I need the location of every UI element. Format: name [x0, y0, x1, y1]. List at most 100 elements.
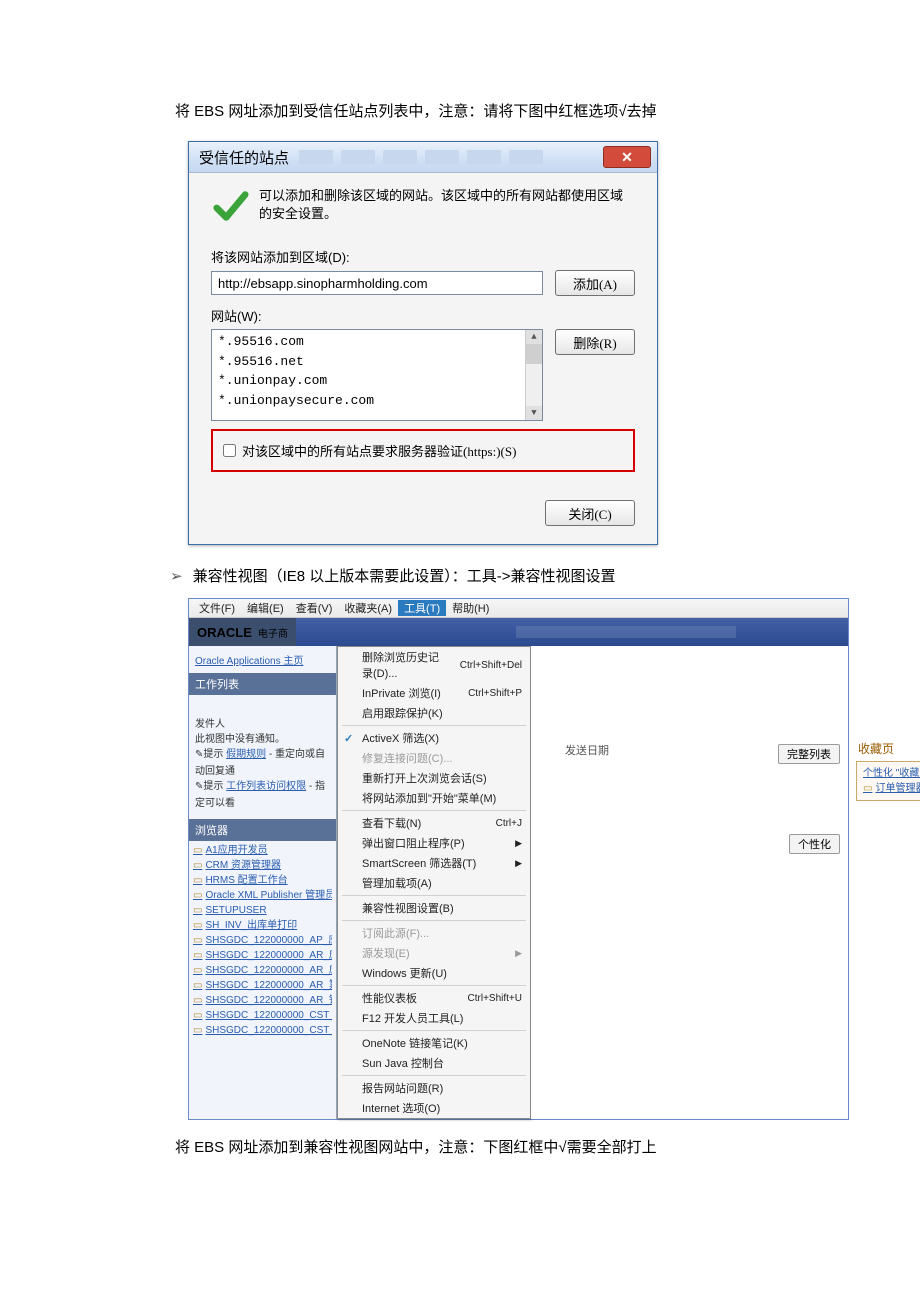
- folder-icon: ▭: [193, 1025, 202, 1036]
- menu-item: 源发现(E)▶: [338, 943, 530, 963]
- websites-label: 网站(W):: [211, 306, 635, 325]
- menu-item[interactable]: 启用跟踪保护(K): [338, 703, 530, 723]
- menu-item[interactable]: 删除浏览历史记录(D)...Ctrl+Shift+Del: [338, 647, 530, 683]
- websites-listbox[interactable]: *.95516.com *.95516.net *.unionpay.com *…: [211, 329, 543, 421]
- list-item[interactable]: *.95516.com: [218, 332, 536, 352]
- remove-button[interactable]: 删除(R): [555, 329, 635, 355]
- submenu-arrow-icon: ▶: [515, 858, 522, 869]
- sender-label: 发件人: [195, 715, 330, 730]
- menu-view[interactable]: 查看(V): [290, 600, 339, 616]
- tip-access: ✎提示 工作列表访问权限 - 指定可以看: [195, 777, 330, 809]
- sidebar-link[interactable]: ▭A1应用开发员: [193, 843, 332, 858]
- folder-icon: ▭: [193, 965, 202, 976]
- brand-gradient: [296, 618, 848, 646]
- tools-dropdown-menu[interactable]: 删除浏览历史记录(D)...Ctrl+Shift+DelInPrivate 浏览…: [337, 646, 531, 1119]
- https-verify-label: 对该区域中的所有站点要求服务器验证(https:)(S): [242, 441, 516, 460]
- sidebar-link[interactable]: ▭SHSGDC_122000000_AR_应收管: [193, 963, 332, 978]
- fav-order-manager-link[interactable]: 订单管理器（订单：): [875, 783, 920, 794]
- folder-icon: ▭: [193, 950, 202, 961]
- menu-file[interactable]: 文件(F): [193, 600, 241, 616]
- menu-item[interactable]: 弹出窗口阻止程序(P)▶: [338, 833, 530, 853]
- sidebar-link[interactable]: ▭SETUPUSER: [193, 903, 332, 918]
- fav-customize-link[interactable]: 个性化 "收藏页": [863, 768, 920, 779]
- favorites-header: 收藏页: [850, 734, 920, 757]
- folder-icon: ▭: [193, 890, 202, 901]
- menu-item[interactable]: InPrivate 浏览(I)Ctrl+Shift+P: [338, 683, 530, 703]
- menu-favorites[interactable]: 收藏夹(A): [338, 600, 398, 616]
- add-site-input[interactable]: [211, 271, 543, 295]
- list-item[interactable]: *.unionpaysecure.com: [218, 391, 536, 411]
- list-item[interactable]: *.95516.net: [218, 352, 536, 372]
- menu-item[interactable]: 查看下载(N)Ctrl+J: [338, 813, 530, 833]
- menu-item[interactable]: 重新打开上次浏览会话(S): [338, 768, 530, 788]
- doc-line-1: 将 EBS 网址添加到受信任站点列表中，注意：请将下图中红框选项√去掉: [175, 100, 920, 121]
- sidebar-link[interactable]: ▭Oracle XML Publisher 管理员: [193, 888, 332, 903]
- menu-item[interactable]: F12 开发人员工具(L): [338, 1008, 530, 1028]
- ie-screenshot: 文件(F) 编辑(E) 查看(V) 收藏夹(A) 工具(T) 帮助(H) ORA…: [188, 598, 849, 1120]
- bullet-icon: ➢: [170, 568, 183, 585]
- menu-item[interactable]: Windows 更新(U): [338, 963, 530, 983]
- folder-icon: ▭: [193, 875, 202, 886]
- browser-header: 浏览器: [189, 819, 336, 841]
- check-icon: ✓: [344, 732, 353, 745]
- dialog-title: 受信任的站点: [199, 147, 289, 168]
- full-list-button[interactable]: 完整列表: [778, 744, 840, 764]
- menu-item[interactable]: Internet 选项(O): [338, 1098, 530, 1118]
- worklist-header: 工作列表: [189, 673, 336, 695]
- folder-icon: ▭: [193, 995, 202, 1006]
- sidebar-link[interactable]: ▭SHSGDC_122000000_AR_算OU后: [193, 978, 332, 993]
- folder-icon: ▭: [193, 980, 202, 991]
- sidebar-link[interactable]: ▭SH_INV_出库单打印: [193, 918, 332, 933]
- dialog-titlebar[interactable]: 受信任的站点 ✕: [189, 142, 657, 173]
- close-icon[interactable]: ✕: [603, 146, 651, 168]
- folder-icon: ▭: [193, 860, 202, 871]
- folder-icon: ▭: [193, 920, 202, 931]
- folder-icon: ▭: [863, 783, 872, 794]
- list-item[interactable]: *.unionpay.com: [218, 371, 536, 391]
- doc-line-2: 将 EBS 网址添加到兼容性视图网站中，注意：下图红框中√需要全部打上: [175, 1136, 920, 1157]
- sidebar-link[interactable]: ▭SHSGDC_122000000_CST_成本管理超级用户: [193, 1023, 332, 1038]
- add-button[interactable]: 添加(A): [555, 270, 635, 296]
- personalize-button[interactable]: 个性化: [789, 834, 840, 854]
- menu-item[interactable]: SmartScreen 筛选器(T)▶: [338, 853, 530, 873]
- menu-edit[interactable]: 编辑(E): [241, 600, 290, 616]
- menu-tools[interactable]: 工具(T): [398, 600, 446, 616]
- sidebar-link[interactable]: ▭SHSGDC_122000000_AP_应付管: [193, 933, 332, 948]
- sidebar-link[interactable]: ▭SHSGDC_122000000_CST_成本会计员: [193, 1008, 332, 1023]
- menu-item[interactable]: Sun Java 控制台: [338, 1053, 530, 1073]
- submenu-arrow-icon: ▶: [515, 948, 522, 959]
- dialog-intro-text: 可以添加和删除该区域的网站。该区域中的所有网站都使用区域的安全设置。: [259, 187, 635, 223]
- add-zone-label: 将该网站添加到区域(D):: [211, 247, 635, 266]
- ie-right-pane: 完整列表 发送日期 个性化 收藏页 个性化 "收藏页" ▭订单管理器（订单：): [531, 646, 848, 1119]
- oracle-brand: ORACLE电子商: [189, 618, 296, 646]
- sidebar-link[interactable]: ▭SHSGDC_122000000_AR_应收会: [193, 948, 332, 963]
- menu-help[interactable]: 帮助(H): [446, 600, 495, 616]
- ie-menubar[interactable]: 文件(F) 编辑(E) 查看(V) 收藏夹(A) 工具(T) 帮助(H): [189, 599, 848, 618]
- tip-vacation: ✎提示 假期规则 - 重定向或自动回复通: [195, 745, 330, 777]
- https-verify-checkbox[interactable]: [223, 444, 236, 457]
- sidebar-link[interactable]: ▭HRMS 配置工作台: [193, 873, 332, 888]
- checkmark-icon: [211, 187, 249, 225]
- scrollbar[interactable]: ▲ ▼: [525, 330, 542, 420]
- menu-item[interactable]: 将网站添加到"开始"菜单(M): [338, 788, 530, 808]
- menu-item[interactable]: 性能仪表板Ctrl+Shift+U: [338, 988, 530, 1008]
- folder-icon: ▭: [193, 935, 202, 946]
- menu-item[interactable]: 兼容性视图设置(B): [338, 898, 530, 918]
- folder-icon: ▭: [193, 1010, 202, 1021]
- scroll-thumb[interactable]: [526, 344, 542, 364]
- scroll-down-icon[interactable]: ▼: [526, 406, 542, 420]
- trusted-sites-dialog: 受信任的站点 ✕ 可以添加和删除该区域的网站。该区域中的所有网站都使用区域的安全…: [188, 141, 658, 545]
- bullet-compat-view: ➢兼容性视图（IE8 以上版本需要此设置）：工具->兼容性视图设置: [170, 565, 920, 586]
- red-highlight-box: 对该区域中的所有站点要求服务器验证(https:)(S): [211, 429, 635, 472]
- sidebar-link[interactable]: ▭SHSGDC_122000000_AR_销售发: [193, 993, 332, 1008]
- menu-item: 订阅此源(F)...: [338, 923, 530, 943]
- menu-item[interactable]: 管理加载项(A): [338, 873, 530, 893]
- scroll-up-icon[interactable]: ▲: [526, 330, 542, 344]
- menu-item[interactable]: 报告网站问题(R): [338, 1078, 530, 1098]
- oracle-apps-home-link[interactable]: Oracle Applications 主页: [195, 656, 303, 667]
- menu-item[interactable]: ✓ActiveX 筛选(X): [338, 728, 530, 748]
- https-verify-checkbox-row[interactable]: 对该区域中的所有站点要求服务器验证(https:)(S): [219, 441, 627, 460]
- menu-item[interactable]: OneNote 链接笔记(K): [338, 1033, 530, 1053]
- close-button[interactable]: 关闭(C): [545, 500, 635, 526]
- sidebar-link[interactable]: ▭CRM 资源管理器: [193, 858, 332, 873]
